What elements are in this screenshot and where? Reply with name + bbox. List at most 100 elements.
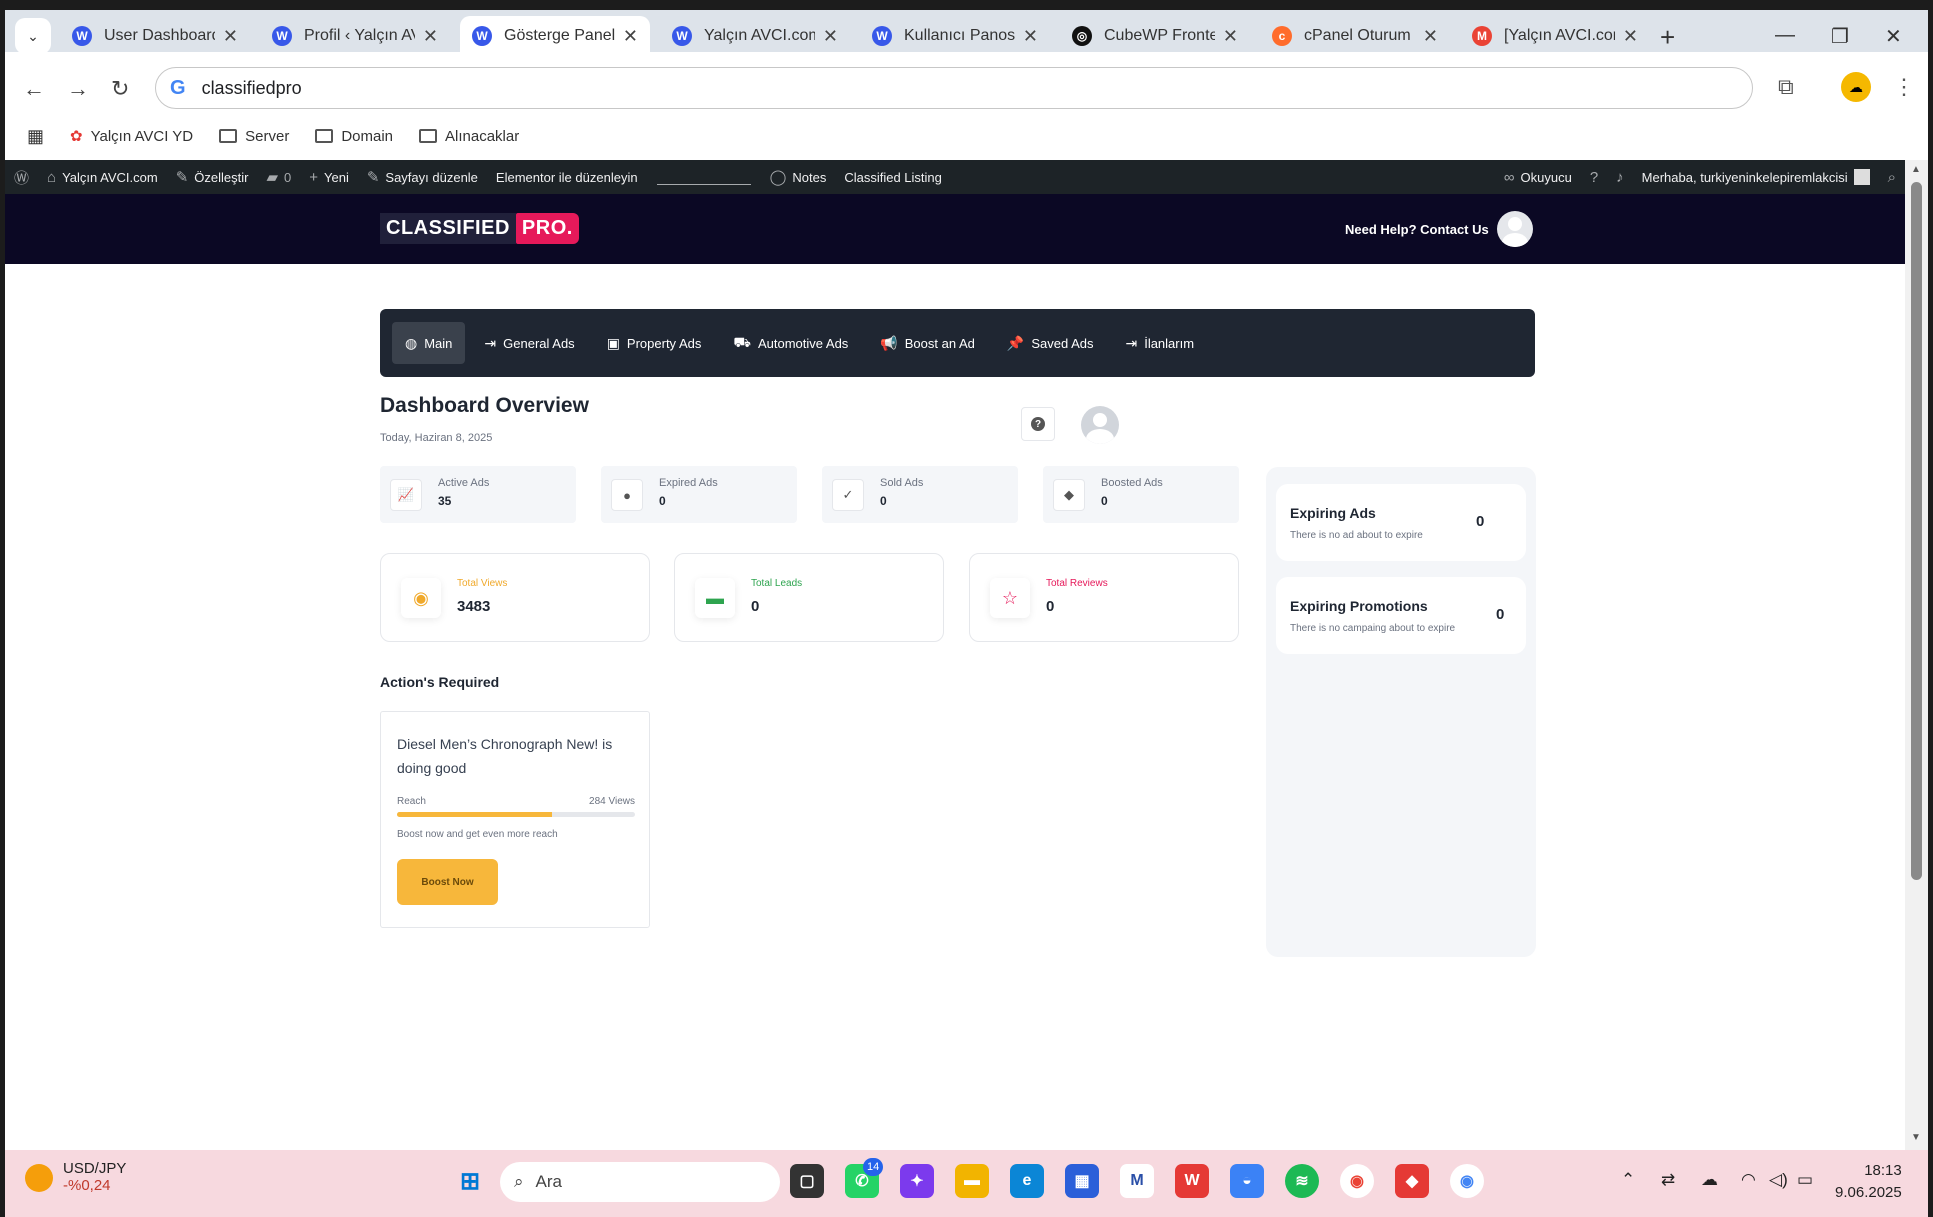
chrome-icon[interactable]: ◉: [1340, 1164, 1374, 1198]
menu-icon[interactable]: ⋮: [1893, 74, 1915, 100]
task-view-icon[interactable]: ▢: [790, 1164, 824, 1198]
wp-notifications[interactable]: ♪: [1607, 169, 1633, 186]
wp-site-link[interactable]: ⌂ Yalçın AVCI.com: [38, 169, 167, 186]
browser-tab[interactable]: c cPanel Oturum ✕: [1260, 16, 1450, 56]
stat-value: 35: [438, 494, 452, 508]
bookmark-domain[interactable]: Domain: [315, 128, 393, 145]
fx-widget[interactable]: USD/JPY -%0,24: [25, 1160, 126, 1194]
bookmark-alinacaklar[interactable]: Alınacaklar: [419, 128, 519, 145]
close-tab-icon[interactable]: ✕: [1023, 26, 1038, 47]
tray-settings-icon[interactable]: ⇄: [1661, 1170, 1675, 1190]
wp-search[interactable]: ⌕: [1879, 169, 1905, 186]
profile-avatar[interactable]: [1081, 406, 1119, 444]
browser-tab[interactable]: W Yalçın AVCI.com ✕: [660, 16, 850, 56]
nav-item-label: İlanlarım: [1144, 335, 1195, 351]
close-tab-icon[interactable]: ✕: [1223, 26, 1238, 47]
file-explorer-icon[interactable]: ▬: [955, 1164, 989, 1198]
bookmark-server[interactable]: Server: [219, 128, 289, 145]
anydesk-icon[interactable]: ◆: [1395, 1164, 1429, 1198]
address-bar[interactable]: G classifiedpro: [155, 67, 1753, 109]
volume-icon[interactable]: ◁): [1769, 1170, 1788, 1190]
scroll-up-icon[interactable]: ▲: [1911, 164, 1921, 175]
wp-notes[interactable]: ◯ Notes: [761, 168, 836, 186]
close-tab-icon[interactable]: ✕: [423, 26, 438, 47]
nav-item[interactable]: ⇥ İlanlarım: [1112, 322, 1207, 364]
nav-item[interactable]: 📢 Boost an Ad: [867, 322, 988, 364]
stat-value: 0: [880, 494, 887, 508]
edge-icon[interactable]: e: [1010, 1164, 1044, 1198]
boost-now-button[interactable]: Boost Now: [397, 859, 498, 905]
nav-item[interactable]: ◍ Main: [392, 322, 466, 364]
page-scrollbar[interactable]: ▲ ▼: [1905, 160, 1928, 1150]
glasses-icon: ∞: [1503, 168, 1515, 186]
stats-sparkline[interactable]: [656, 169, 751, 185]
home-icon: ⌂: [47, 168, 57, 186]
reload-icon[interactable]: ↻: [111, 76, 129, 102]
nav-item[interactable]: 📌 Saved Ads: [994, 322, 1107, 364]
apps-grid-icon[interactable]: ▦: [27, 126, 44, 147]
browser-tab[interactable]: W User Dashboard ✕: [60, 16, 250, 56]
back-icon[interactable]: ←: [23, 76, 45, 102]
taskbar-clock[interactable]: 18:13 9.06.2025: [1835, 1160, 1902, 1204]
help-button[interactable]: ?: [1021, 407, 1055, 441]
megaphone-icon: 📢: [880, 334, 898, 351]
scroll-down-icon[interactable]: ▼: [1911, 1132, 1921, 1143]
wp-reader[interactable]: ∞ Okuyucu: [1495, 169, 1581, 186]
close-window-icon[interactable]: ✕: [1885, 24, 1902, 49]
bookmark-yalcin[interactable]: ✿ Yalçın AVCI YD: [70, 127, 193, 146]
close-tab-icon[interactable]: ✕: [223, 26, 238, 47]
wp-new[interactable]: + Yeni: [300, 169, 358, 186]
bell-icon: ♪: [1616, 168, 1624, 186]
chrome-profile-icon[interactable]: ◉: [1450, 1164, 1484, 1198]
expiring-ads-card: Expiring Ads There is no ad about to exp…: [1276, 484, 1526, 561]
restore-icon[interactable]: ❐: [1831, 24, 1849, 49]
fx-pair: USD/JPY: [63, 1160, 127, 1177]
browser-tab[interactable]: M [Yalçın AVCI.com ✕: [1460, 16, 1650, 56]
profile-avatar[interactable]: ☁: [1841, 72, 1871, 102]
wp-account[interactable]: Merhaba, turkiyeninkelepiremlakcisi: [1633, 169, 1879, 185]
taskbar-search[interactable]: ⌕ Ara: [500, 1162, 780, 1202]
wp-customize[interactable]: ✎ Özelleştir: [167, 168, 258, 186]
browser-tab[interactable]: W Gösterge Paneli ‹ ✕: [460, 16, 650, 56]
classified-pro-logo[interactable]: CLASSIFIED PRO.: [380, 213, 579, 244]
wifi-icon[interactable]: ◠: [1741, 1170, 1756, 1190]
nav-item[interactable]: ▣ Property Ads: [594, 322, 715, 364]
windows-start-icon[interactable]: ⊞: [453, 1164, 487, 1198]
browser-tab[interactable]: W Kullanıcı Panosu ✕: [860, 16, 1050, 56]
header-avatar[interactable]: [1497, 211, 1533, 247]
close-tab-icon[interactable]: ✕: [1423, 26, 1438, 47]
pencil-icon: ✎: [366, 169, 380, 186]
browser-tab[interactable]: W Profil ‹ Yalçın AVCI ✕: [260, 16, 450, 56]
help-contact-link[interactable]: Need Help? Contact Us: [1345, 222, 1489, 237]
chat-app-icon[interactable]: ◒: [1230, 1164, 1264, 1198]
close-tab-icon[interactable]: ✕: [623, 26, 638, 47]
tray-chevron-icon[interactable]: ⌃: [1621, 1170, 1635, 1190]
close-tab-icon[interactable]: ✕: [823, 26, 838, 47]
nav-item[interactable]: ⛟ Automotive Ads: [720, 322, 861, 364]
wp-classified[interactable]: Classified Listing: [835, 170, 951, 185]
copilot-icon[interactable]: ✦: [900, 1164, 934, 1198]
wp-help[interactable]: ?: [1581, 169, 1607, 186]
new-tab-button[interactable]: +: [1660, 22, 1675, 53]
wp-edit-page[interactable]: ✎ Sayfayı düzenle: [358, 168, 487, 186]
browser-tab[interactable]: ◎ CubeWP Frontend ✕: [1060, 16, 1250, 56]
eye-icon: ◉: [401, 578, 441, 618]
minimize-icon[interactable]: —: [1775, 24, 1795, 47]
nav-item[interactable]: ⇥ General Ads: [471, 322, 587, 364]
wp-elementor[interactable]: Elementor ile düzenleyin: [487, 170, 647, 185]
forward-icon[interactable]: →: [67, 76, 89, 102]
wordpress-icon: W: [672, 26, 692, 46]
battery-icon[interactable]: ▭: [1797, 1170, 1813, 1190]
wps-office-icon[interactable]: W: [1175, 1164, 1209, 1198]
mail-app-icon[interactable]: M: [1120, 1164, 1154, 1198]
onedrive-icon[interactable]: ☁: [1701, 1170, 1718, 1190]
tab-search-button[interactable]: ⌄: [15, 18, 51, 54]
scroll-thumb[interactable]: [1911, 182, 1922, 880]
wp-comments[interactable]: ▰ 0: [257, 168, 300, 186]
store-icon[interactable]: ▦: [1065, 1164, 1099, 1198]
spotify-icon[interactable]: ≋: [1285, 1164, 1319, 1198]
tab-title: Kullanıcı Panosu: [904, 27, 1015, 44]
wp-logo[interactable]: Ⓦ: [5, 167, 38, 188]
close-tab-icon[interactable]: ✕: [1623, 26, 1638, 47]
extensions-icon[interactable]: ⧉: [1778, 74, 1794, 100]
